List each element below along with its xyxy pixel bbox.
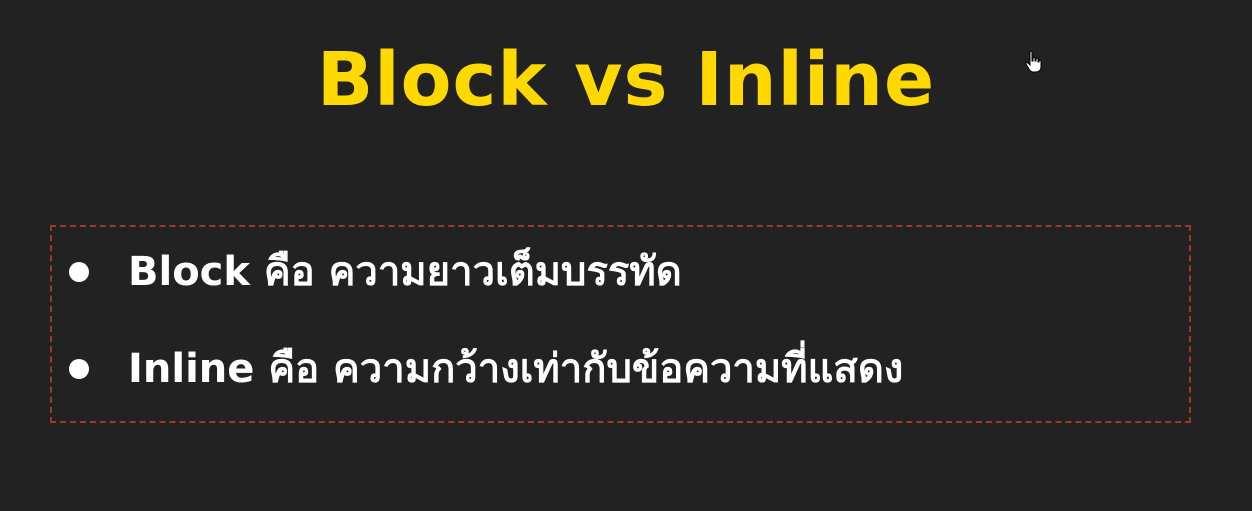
bullet-text-inline: Inline คือ ความกว้างเท่ากับข้อความที่แสด…: [128, 346, 904, 392]
bullet-item-block: Block คือ ความยาวเต็มบรรทัด: [52, 237, 1189, 307]
definition-box: Block คือ ความยาวเต็มบรรทัด Inline คือ ค…: [50, 225, 1191, 423]
bullet-dot-icon: [69, 359, 89, 379]
hand-pointer-icon: [1024, 50, 1042, 74]
bullet-item-inline: Inline คือ ความกว้างเท่ากับข้อความที่แสด…: [52, 334, 1189, 404]
slide-title: Block vs Inline: [316, 37, 936, 123]
slide: Block vs Inline Block คือ ความยาวเต็มบรร…: [0, 0, 1252, 511]
bullet-dot-icon: [69, 262, 89, 282]
bullet-text-block: Block คือ ความยาวเต็มบรรทัด: [128, 249, 682, 295]
